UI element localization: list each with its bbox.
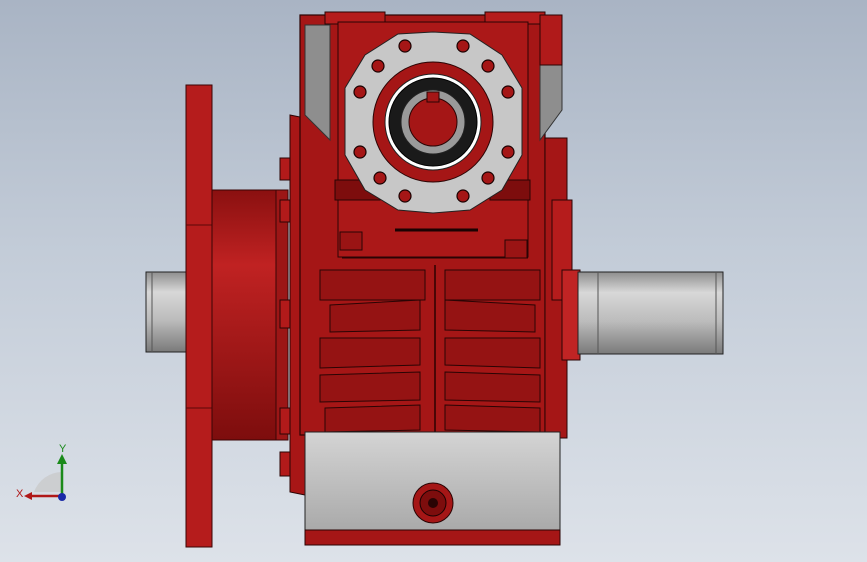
output-bore-flange xyxy=(344,31,523,214)
y-axis-label: Y xyxy=(59,443,67,455)
triad-plane-icon xyxy=(34,472,62,492)
left-flange xyxy=(185,84,213,548)
right-flange xyxy=(544,137,581,439)
cad-viewport[interactable]: Y X xyxy=(0,0,867,562)
motor-adapter xyxy=(211,189,289,441)
x-axis-label: X xyxy=(16,488,24,500)
coordinate-triad: Y X xyxy=(14,440,74,510)
base-block xyxy=(304,431,561,546)
right-shaft xyxy=(577,271,724,355)
left-shaft xyxy=(145,271,189,353)
z-axis-icon xyxy=(58,493,66,501)
gear-reducer-model[interactable] xyxy=(0,0,867,562)
adapter-bolts xyxy=(279,157,291,477)
